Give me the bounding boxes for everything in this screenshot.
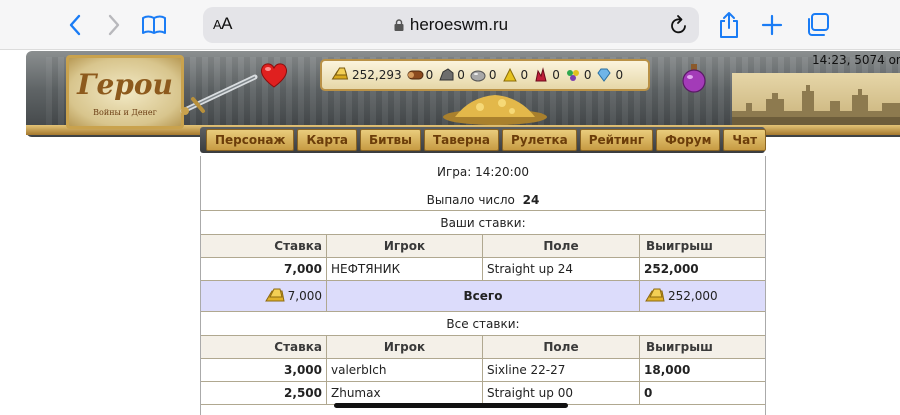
bookmarks-button[interactable] — [139, 9, 169, 41]
tabs-icon — [808, 13, 829, 36]
resource-ore: 0 — [438, 67, 465, 83]
menu-item[interactable]: Карта — [297, 129, 358, 151]
all-bets-table: Ставка Игрок Поле Выигрыш 3,000 valerbIch… — [201, 336, 765, 405]
win-amount: 0 — [640, 382, 765, 405]
mana-potion-icon[interactable] — [680, 63, 708, 93]
resource-value: 0 — [583, 68, 592, 82]
wood-icon — [407, 70, 424, 80]
crystals-icon — [535, 67, 547, 82]
your-bets-caption: Ваши ставки: — [201, 211, 765, 235]
main-menu: Персонаж Карта Битвы Таверна Рулетка Рейтинг Ф… — [200, 127, 767, 153]
menu-item[interactable]: Рулетка — [502, 129, 577, 151]
resource-value: 0 — [488, 68, 497, 82]
player-name[interactable]: valerbIch — [327, 359, 483, 382]
mercury-icon — [470, 70, 486, 82]
city-skyline-image — [732, 73, 900, 125]
menu-item[interactable]: Чат — [723, 129, 767, 151]
bet-amount: 7,000 — [201, 258, 327, 281]
address-bar[interactable]: AA heroeswm.ru — [203, 7, 699, 43]
column-header-field: Поле — [483, 235, 640, 258]
game-logo[interactable]: Герои Войны и Денег — [66, 55, 184, 129]
resource-gems: 0 — [565, 67, 592, 83]
gold-icon — [645, 288, 665, 302]
resource-crystals: 0 — [533, 67, 560, 83]
resource-gold: 252,293 — [330, 67, 402, 83]
all-bets-caption: Все ставки: — [201, 312, 765, 336]
column-header-field: Поле — [483, 336, 640, 359]
browser-toolbar: AA heroeswm.ru — [0, 0, 900, 50]
column-header-win: Выигрыш — [640, 235, 765, 258]
bet-field: Straight up 00 — [483, 382, 640, 405]
logo-title: Герои — [77, 68, 173, 101]
resource-mercury: 0 — [470, 67, 497, 83]
ore-icon — [439, 68, 454, 81]
menu-item[interactable]: Рейтинг — [579, 129, 654, 151]
total-win: 252,000 — [640, 281, 765, 312]
logo-subtitle: Войны и Денег — [93, 108, 157, 117]
resource-value: 0 — [425, 68, 434, 82]
total-bet: 7,000 — [201, 281, 327, 312]
gold-icon — [264, 288, 285, 302]
reload-icon — [671, 15, 686, 34]
menu-item[interactable]: Битвы — [360, 129, 421, 151]
gems-icon — [566, 70, 579, 81]
share-button[interactable] — [714, 9, 744, 41]
resource-value: 0 — [615, 68, 624, 82]
bet-field: Sixline 22-27 — [483, 359, 640, 382]
tabs-overview-button[interactable] — [803, 9, 833, 41]
win-amount: 18,000 — [640, 359, 765, 382]
resource-value: 252,293 — [352, 68, 402, 82]
player-name[interactable]: Zhumax — [327, 382, 483, 405]
bet-field: Straight up 24 — [483, 258, 640, 281]
total-label: Всего — [327, 281, 640, 312]
game-header: Герои Войны и Денег 252,293 0 0 0 0 0 0 0 14:23… — [0, 51, 900, 156]
sulfur-icon — [502, 67, 517, 82]
result-line: Выпало число 24 — [201, 184, 765, 211]
game-time: Игра: 14:20:00 — [436, 165, 529, 179]
book-icon — [142, 15, 166, 34]
gold-icon — [331, 67, 349, 80]
url-text: heroeswm.ru — [409, 15, 509, 34]
result-label: Выпало число — [426, 193, 515, 207]
column-header-bet: Ставка — [201, 336, 327, 359]
resource-diamond: 0 — [596, 67, 623, 83]
resource-value: 0 — [552, 68, 560, 82]
plus-icon — [761, 14, 783, 36]
column-header-player: Игрок — [327, 336, 483, 359]
bet-amount: 3,000 — [201, 359, 327, 382]
treasure-pile-icon — [443, 95, 547, 125]
resource-wood: 0 — [407, 67, 434, 83]
back-button[interactable] — [60, 9, 90, 41]
menu-item[interactable]: Таверна — [424, 129, 499, 151]
chevron-right-icon — [108, 14, 120, 36]
new-tab-button[interactable] — [757, 9, 787, 41]
forward-button[interactable] — [99, 9, 129, 41]
share-icon — [720, 12, 738, 38]
player-name[interactable]: НЕФТЯНИК — [327, 258, 483, 281]
menu-item[interactable]: Форум — [656, 129, 721, 151]
lock-icon — [394, 19, 404, 31]
menu-item[interactable]: Персонаж — [206, 129, 295, 151]
reload-button[interactable] — [669, 14, 689, 40]
column-header-win: Выигрыш — [640, 336, 765, 359]
sword-icon — [180, 74, 258, 115]
resource-value: 0 — [520, 68, 529, 82]
roulette-results: Игра: 14:20:00 Выпало число 24 Ваши став… — [200, 156, 766, 415]
win-amount: 252,000 — [640, 258, 765, 281]
resource-sulfur: 0 — [502, 67, 529, 83]
health-heart-icon[interactable] — [259, 61, 289, 89]
server-time-online: 14:23, 5074 on — [812, 53, 900, 67]
total-row: 7,000 Всего 252,000 — [201, 281, 765, 312]
chevron-left-icon — [69, 14, 81, 36]
resources-panel: 252,293 0 0 0 0 0 0 0 — [320, 59, 650, 91]
your-bets-table: Ставка Игрок Поле Выигрыш 7,000 НЕФТЯНИК S… — [201, 235, 765, 281]
bet-amount: 2,500 — [201, 382, 327, 405]
resource-value: 0 — [457, 68, 465, 82]
column-header-player: Игрок — [327, 235, 483, 258]
result-number: 24 — [522, 193, 540, 207]
column-header-bet: Ставка — [201, 235, 327, 258]
home-indicator — [334, 403, 568, 408]
diamond-icon — [597, 68, 612, 82]
